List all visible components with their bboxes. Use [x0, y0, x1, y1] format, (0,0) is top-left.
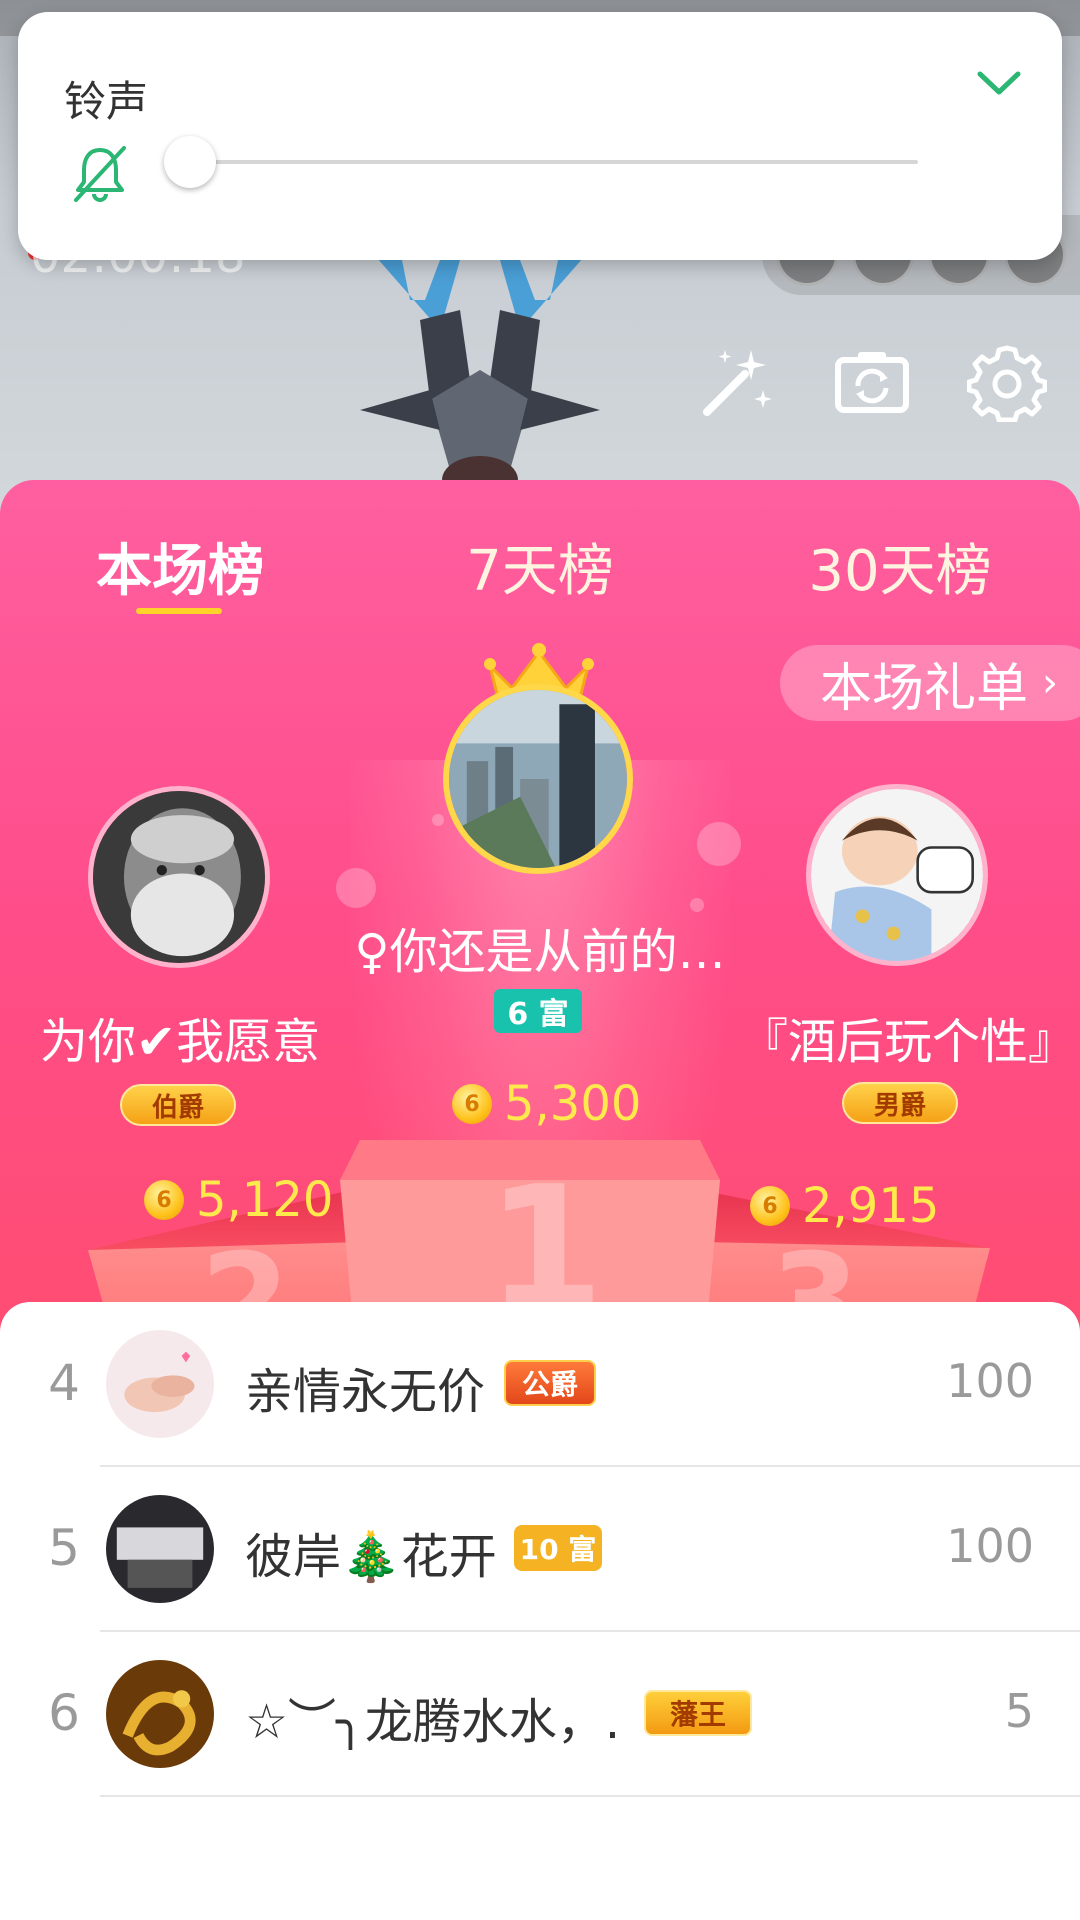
hands-photo: [106, 1330, 214, 1438]
ranking-tabs: 本场榜 7天榜 30天榜: [0, 500, 1080, 614]
list-item[interactable]: 6 ☆︶╮龙腾水水，. 藩王 5: [0, 1632, 1080, 1797]
list-score: 5: [1004, 1684, 1034, 1738]
coin-icon: 6: [144, 1180, 184, 1220]
avatar-rank-1[interactable]: [443, 684, 633, 874]
rank-3-name: 『酒后玩个性』: [740, 1014, 1077, 1070]
list-name: ☆︶╮龙腾水水，.: [245, 1694, 621, 1750]
avatar-rank-2[interactable]: [88, 786, 270, 968]
room-photo: [106, 1495, 214, 1603]
wealth-level-badge: 6 富: [494, 989, 582, 1033]
tab-30-days[interactable]: 30天榜: [750, 526, 1050, 607]
list-rank: 5: [48, 1519, 80, 1577]
list-name: 亲情永无价: [245, 1364, 486, 1420]
gift-list-button[interactable]: 本场礼单 ›: [780, 645, 1080, 721]
list-rank: 4: [48, 1354, 80, 1412]
rank-2-coin-value: 5,120: [196, 1172, 334, 1228]
list-score: 100: [946, 1519, 1034, 1573]
rank-3-coin-value: 2,915: [802, 1178, 940, 1234]
settings-button[interactable]: [965, 340, 1049, 424]
active-tab-indicator: [136, 608, 222, 614]
avatar-rank-3[interactable]: [806, 784, 988, 966]
volume-slider-thumb[interactable]: [164, 136, 216, 188]
dragon-photo: [106, 1660, 214, 1768]
baby-cartoon-photo: [811, 789, 983, 961]
list-rank: 6: [48, 1684, 80, 1742]
list-avatar[interactable]: [106, 1660, 214, 1768]
wealth-level-badge: 10 富: [514, 1525, 602, 1571]
list-item[interactable]: 4 亲情永无价 公爵 100: [0, 1302, 1080, 1467]
list-avatar[interactable]: [106, 1330, 214, 1438]
noble-rank-badge: 男爵: [842, 1082, 958, 1124]
rank-3-coins: 6 2,915: [750, 1178, 939, 1234]
noble-rank-badge: 藩王: [644, 1690, 752, 1736]
chevron-down-icon[interactable]: [974, 64, 1024, 104]
magic-wand-icon: [703, 350, 772, 416]
tab-this-session[interactable]: 本场榜: [30, 526, 330, 607]
rank-2-name: 为你✔我愿意: [39, 1014, 321, 1070]
rank-2-coins: 6 5,120: [144, 1172, 333, 1228]
switch-camera-button[interactable]: [830, 340, 914, 424]
volume-slider-track[interactable]: [188, 160, 918, 164]
list-avatar[interactable]: [106, 1495, 214, 1603]
beauty-button[interactable]: [695, 340, 779, 424]
noble-rank-badge: 伯爵: [120, 1084, 236, 1126]
rank-1-coin-value: 5,300: [504, 1076, 642, 1132]
camera-switch-icon: [835, 352, 909, 413]
gear-icon: [967, 345, 1047, 422]
decor-bubble: [697, 822, 741, 866]
decor-bubble: [336, 868, 376, 908]
list-item[interactable]: 5 彼岸🎄花开 10 富 100: [0, 1467, 1080, 1632]
volume-title: 铃声: [64, 77, 149, 126]
divider: [100, 1795, 1080, 1797]
coin-icon: 6: [750, 1186, 790, 1226]
ringtone-volume-panel: 铃声: [18, 12, 1062, 260]
coin-icon: 6: [452, 1084, 492, 1124]
ranking-list: 4 亲情永无价 公爵 100 5 彼岸🎄花开 10 富 100 6 ☆︶╮龙腾水…: [0, 1302, 1080, 1920]
rank-1-coins: 6 5,300: [452, 1076, 641, 1132]
list-name: 彼岸🎄花开: [245, 1529, 497, 1585]
decor-bubble: [690, 898, 704, 912]
chevron-right-icon: ›: [1042, 660, 1059, 706]
bell-muted-icon[interactable]: [68, 142, 132, 206]
tab-7-days[interactable]: 7天榜: [390, 526, 690, 607]
gift-list-label: 本场礼单: [820, 658, 1029, 719]
noble-rank-badge: 公爵: [504, 1360, 596, 1406]
decor-bubble: [432, 814, 444, 826]
list-score: 100: [946, 1354, 1034, 1408]
rank-1-name: ♀你还是从前的…: [354, 924, 726, 980]
elder-portrait-photo: [93, 791, 265, 963]
city-photo: [449, 690, 627, 868]
deer-head-decoration: [360, 250, 600, 500]
